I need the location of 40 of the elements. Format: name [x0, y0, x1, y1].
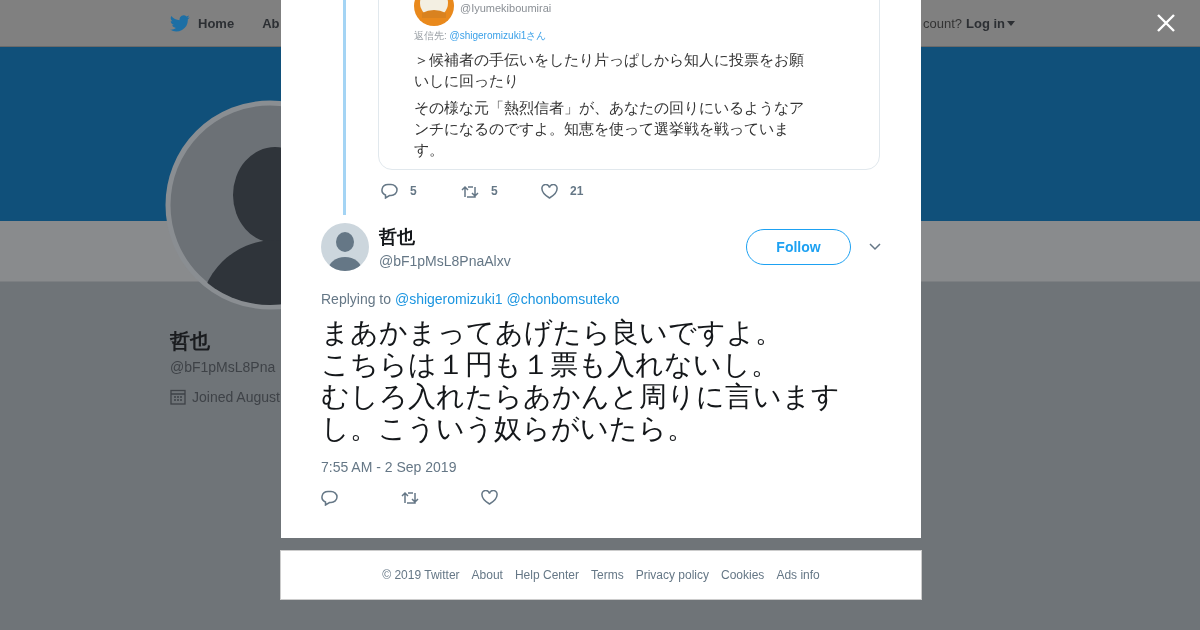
account-prompt: count? — [922, 15, 962, 31]
mention-link[interactable]: @shigeromizuki1 — [394, 291, 503, 307]
profile-name: 哲也 — [170, 329, 210, 354]
footer-link[interactable]: Help Center — [514, 568, 579, 582]
nav-link[interactable]: Ab — [262, 15, 280, 31]
login-link[interactable]: Log in — [966, 15, 1015, 31]
screenshot-reply-to: 返信先: @shigeromizuki1さん — [414, 29, 548, 43]
tweet-text-line: むしろ入れたらあかんと周りに言います — [321, 381, 840, 413]
author-handle: @bF1pMsL8PnaAlxv — [379, 253, 511, 269]
screenshot-handle: @Iyumekiboumirai — [460, 2, 552, 16]
avatar — [321, 223, 369, 271]
tweet-timestamp: 7:55 AM - 2 Sep 2019 — [321, 459, 458, 475]
retweet-icon — [461, 183, 479, 199]
caret-icon — [1007, 20, 1015, 26]
footer-link[interactable]: About — [471, 568, 503, 582]
bird-logo-icon — [170, 14, 190, 32]
footer-link[interactable]: Ads info — [776, 568, 820, 582]
replying-to: Replying to @shigeromizuki1 @chonbomsuteko — [321, 291, 621, 307]
retweet-button[interactable]: 5 — [461, 183, 541, 199]
footer-link[interactable]: Terms — [591, 568, 624, 582]
footer-link[interactable]: Cookies — [721, 568, 765, 582]
author-name: 哲也 — [379, 226, 416, 249]
mention-link[interactable]: @chonbomsuteko — [506, 291, 620, 307]
speech-bubble-icon — [381, 183, 398, 199]
footer-link[interactable]: © 2019 Twitter — [382, 568, 460, 582]
like-button[interactable]: 21 — [541, 183, 621, 199]
footer-link[interactable]: Privacy policy — [635, 568, 709, 582]
tweet-text-line: し。こういう奴らがいたら。 — [321, 413, 695, 445]
retweet-icon — [401, 490, 419, 505]
heart-icon — [481, 490, 498, 505]
calendar-icon — [170, 389, 186, 405]
screenshot-paragraph: その様な元「熱烈信者」が、あなたの回りにいるようなアンチになるのですよ。知恵を使って選挙戦を戦っています。 — [414, 98, 805, 160]
tweet-text-line: まあかまってあげたら良いですよ。 — [321, 317, 783, 349]
heart-icon — [541, 183, 558, 199]
follow-button[interactable]: Follow — [746, 229, 851, 265]
nav-link[interactable]: Home — [170, 14, 235, 32]
screenshot-paragraph: ＞候補者の手伝いをしたり片っぱしから知人に投票をお願いしに回ったり — [414, 50, 805, 91]
reply-button[interactable]: 5 — [381, 183, 461, 199]
speech-bubble-icon — [321, 489, 338, 506]
tweet-text-line: こちらは１円も１票も入れないし。 — [321, 349, 779, 381]
